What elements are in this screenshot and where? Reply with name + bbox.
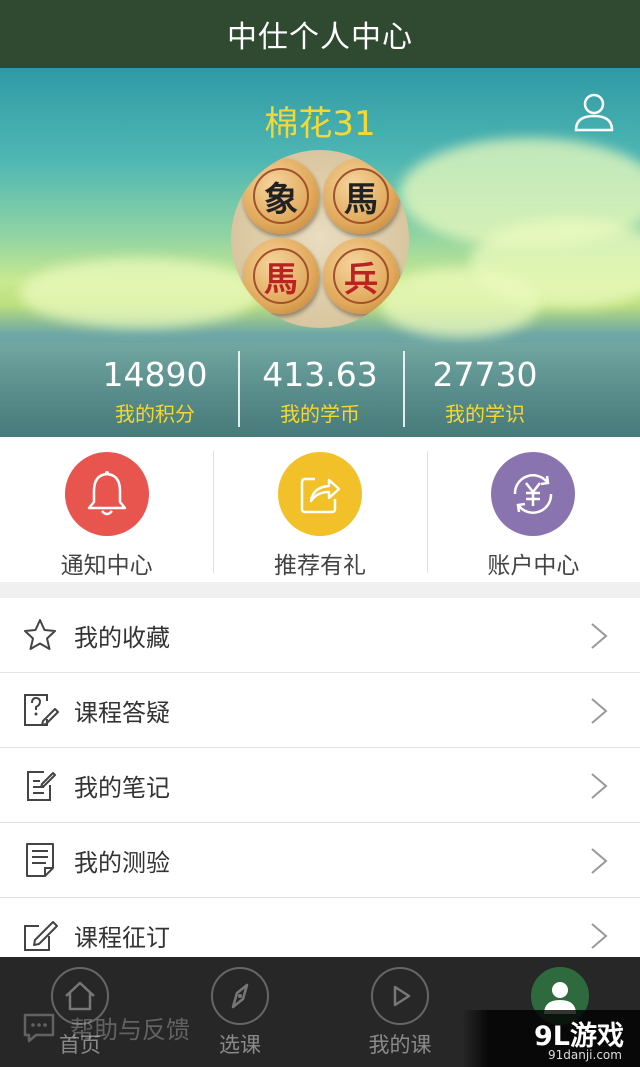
- notification-center-button[interactable]: 通知中心: [0, 437, 213, 582]
- stat-points[interactable]: 14890 我的积分: [73, 343, 238, 433]
- edit-order-icon: [20, 915, 60, 955]
- compass-icon: [211, 967, 269, 1025]
- chess-piece: 象: [243, 158, 319, 234]
- stat-value: 413.63: [262, 355, 378, 394]
- quick-action-label: 推荐有礼: [273, 553, 366, 579]
- menu-item-quizzes[interactable]: 我的测验: [0, 823, 640, 898]
- help-feedback-row[interactable]: 帮助与反馈: [22, 1010, 190, 1045]
- menu-item-label: 课程答疑: [74, 698, 170, 727]
- stat-value: 27730: [432, 355, 538, 394]
- stats-bar: 14890 我的积分 413.63 我的学币 27730 我的学识: [0, 343, 640, 433]
- help-feedback-label: 帮助与反馈: [70, 1016, 190, 1044]
- stat-value: 14890: [102, 355, 208, 394]
- menu-item-label: 我的笔记: [74, 773, 170, 802]
- menu-item-course-qa[interactable]: 课程答疑: [0, 673, 640, 748]
- chat-icon: [23, 1013, 55, 1042]
- page-title: 中仕个人中心: [227, 20, 413, 55]
- chevron-right-icon: [591, 623, 608, 649]
- bell-icon: [64, 452, 149, 536]
- menu-item-label: 我的收藏: [74, 623, 170, 652]
- menu-item-label: 我的测验: [74, 848, 170, 877]
- menu-item-favorites[interactable]: 我的收藏: [0, 598, 640, 673]
- quick-action-label: 通知中心: [60, 553, 153, 579]
- profile-banner: 棉花31 象 馬 馬 兵 14890 我的积分 413.63 我的学币 2773…: [0, 68, 640, 437]
- tab-my-courses[interactable]: 我的课: [350, 967, 450, 1059]
- chess-piece: 馬: [323, 158, 399, 234]
- chevron-right-icon: [591, 773, 608, 799]
- share-icon: [277, 452, 362, 536]
- quick-action-label: 账户中心: [487, 553, 580, 579]
- stat-label: 我的学识: [445, 402, 525, 426]
- question-edit-icon: [20, 690, 60, 730]
- watermark: 9L游戏 91danji.com: [462, 1010, 640, 1067]
- tab-label: 我的课: [368, 1033, 432, 1057]
- referral-button[interactable]: 推荐有礼: [213, 437, 426, 582]
- menu-item-notes[interactable]: 我的笔记: [0, 748, 640, 823]
- stat-coins[interactable]: 413.63 我的学币: [237, 343, 403, 433]
- cloud-decoration: [20, 258, 260, 328]
- star-icon: [20, 615, 60, 655]
- app-header: 中仕个人中心: [0, 0, 640, 68]
- yuan-exchange-icon: [491, 452, 576, 536]
- quick-actions: 通知中心 推荐有礼 账户中心: [0, 437, 640, 582]
- menu-list: 我的收藏 课程答疑 我的笔记 我的测验 课程征订: [0, 598, 640, 973]
- watermark-url: 91danji.com: [548, 1048, 622, 1062]
- menu-item-label: 课程征订: [74, 923, 170, 952]
- profile-settings-icon[interactable]: [572, 90, 616, 134]
- tab-course-select[interactable]: 选课: [190, 967, 290, 1059]
- chevron-right-icon: [591, 848, 608, 874]
- account-center-button[interactable]: 账户中心: [426, 437, 640, 582]
- avatar[interactable]: 象 馬 馬 兵: [231, 150, 409, 328]
- chess-piece: 兵: [323, 238, 399, 314]
- quiz-document-icon: [20, 840, 60, 880]
- cloud-decoration: [380, 268, 540, 338]
- chevron-right-icon: [591, 698, 608, 724]
- username: 棉花31: [264, 104, 376, 144]
- tab-label: 选课: [219, 1033, 261, 1057]
- stat-knowledge[interactable]: 27730 我的学识: [402, 343, 568, 433]
- chevron-right-icon: [591, 923, 608, 949]
- stat-label: 我的学币: [280, 402, 360, 426]
- note-icon: [20, 765, 60, 805]
- play-icon: [371, 967, 429, 1025]
- stat-label: 我的积分: [115, 402, 195, 426]
- chess-piece: 馬: [243, 238, 319, 314]
